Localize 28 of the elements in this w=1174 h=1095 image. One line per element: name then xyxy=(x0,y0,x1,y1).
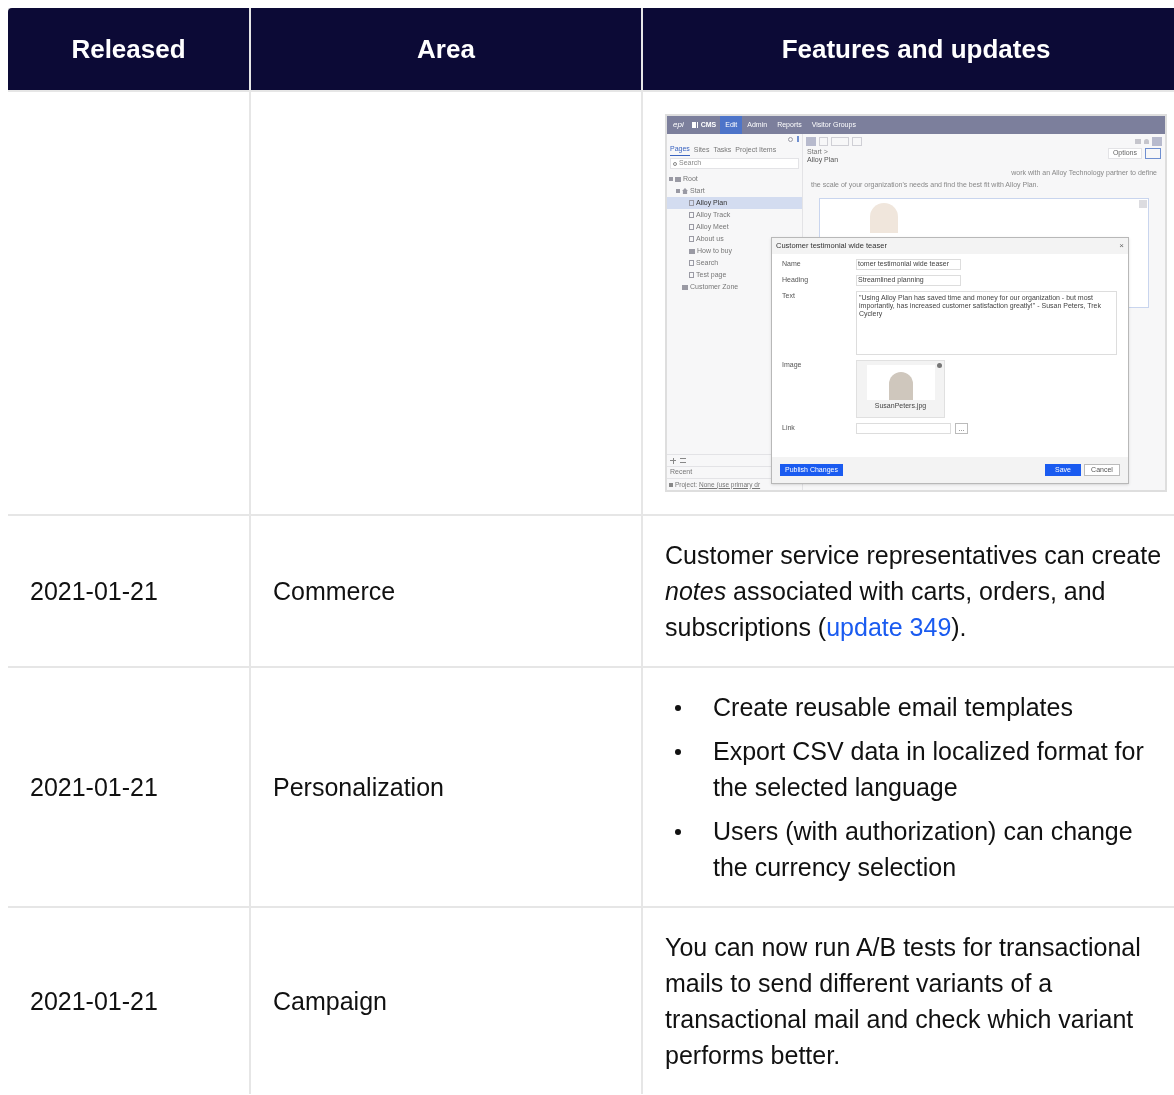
column-header: Features and updates xyxy=(643,8,1174,90)
bullet-icon xyxy=(675,829,681,835)
feature-description: You can now run A/B tests for transactional mails to send different variants of a transactional mail and check which variant performs better. xyxy=(665,932,1142,1071)
expand-icon[interactable] xyxy=(676,189,680,193)
area-name: Commerce xyxy=(273,576,396,607)
release-date: 2021-01-21 xyxy=(30,772,158,803)
update-link[interactable]: update 349 xyxy=(826,613,952,641)
close-icon[interactable]: × xyxy=(1119,240,1124,252)
expand-icon[interactable] xyxy=(669,177,673,181)
list-icon[interactable] xyxy=(680,458,686,463)
area-name: Personalization xyxy=(273,772,444,803)
bullet-icon xyxy=(675,705,681,711)
logo: epi xyxy=(672,119,685,131)
column-header: Area xyxy=(251,8,641,90)
list-item: Users (with authorization) can change the currency selection xyxy=(713,816,1134,883)
grid-icon[interactable] xyxy=(691,122,698,128)
link-field[interactable] xyxy=(856,423,951,434)
column-header: Released xyxy=(8,8,249,90)
feature-description: Customer service representatives can create notes associated with carts, orders, and subscriptions (update 349). xyxy=(665,540,1163,643)
list-item: Create reusable email templates xyxy=(713,692,1073,723)
home-icon xyxy=(682,188,688,194)
list-item: Export CSV data in localized format for the selected language xyxy=(713,736,1145,803)
area-name: Campaign xyxy=(273,986,387,1017)
bullet-icon xyxy=(675,749,681,755)
release-date: 2021-01-21 xyxy=(30,986,158,1017)
release-date: 2021-01-21 xyxy=(30,576,158,607)
photo-placeholder xyxy=(866,365,935,400)
photo-placeholder xyxy=(870,203,898,233)
